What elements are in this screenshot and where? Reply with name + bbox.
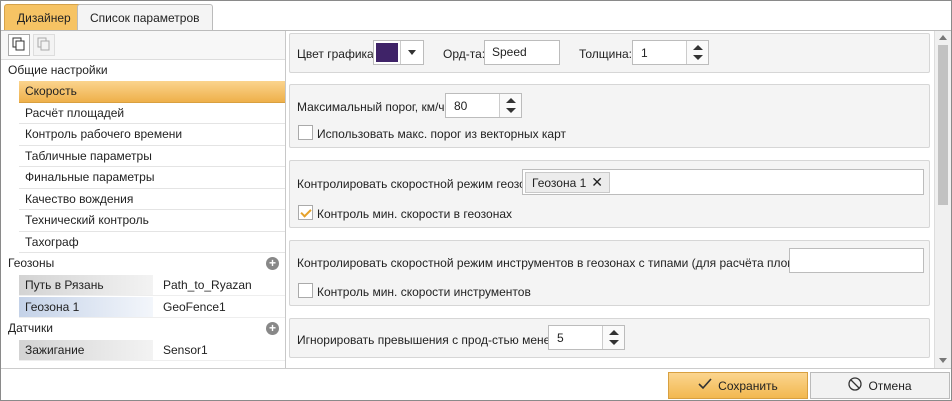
cancel-icon: [848, 377, 863, 394]
geozone-key: Путь в Рязань: [19, 275, 153, 295]
general-settings-header: Общие настройки: [8, 63, 108, 77]
geozone-chip: Геозона 1 ✕: [525, 172, 610, 193]
ignore-overspeed-group: Игнорировать превышения с прод-стью мене…: [289, 318, 930, 358]
sensors-header: Датчики +: [1, 318, 285, 339]
vertical-scrollbar[interactable]: [934, 31, 951, 368]
max-threshold-stepper[interactable]: 80: [445, 93, 522, 118]
geozone-speed-group: Контролировать скоростной режим геозон: …: [289, 160, 930, 228]
sensor-key: Зажигание: [19, 340, 153, 360]
chart-color-picker[interactable]: [373, 40, 424, 65]
designer-window: Дизайнер Список параметров Общие настрой…: [0, 0, 952, 401]
ignore-value: 5: [557, 331, 564, 345]
thickness-value: 1: [641, 46, 648, 60]
tab-designer[interactable]: Дизайнер: [4, 4, 84, 31]
ordinate-label: Орд-та:: [443, 47, 486, 61]
max-threshold-value: 80: [454, 99, 468, 113]
geozone-row[interactable]: Геозона 1 GeoFence1: [19, 296, 285, 318]
chart-settings-group: Цвет графика: Орд-та: Speed Толщина: 1: [289, 33, 930, 73]
sensor-row[interactable]: Зажигание Sensor1: [19, 339, 285, 361]
settings-panel: Цвет графика: Орд-та: Speed Толщина: 1 М…: [287, 31, 934, 368]
geozone-multiselect[interactable]: Геозона 1 ✕: [522, 169, 924, 195]
copy-button[interactable]: [8, 34, 30, 56]
paste-icon: [37, 37, 51, 54]
stepper-arrows[interactable]: [499, 94, 521, 117]
item-work-time[interactable]: Контроль рабочего времени: [19, 124, 285, 146]
item-table-params[interactable]: Табличные параметры: [19, 146, 285, 167]
left-panel: Общие настройки Скорость Расчёт площадей…: [1, 31, 286, 368]
tool-speed-group: Контролировать скоростной режим инструме…: [289, 240, 930, 306]
ignore-stepper[interactable]: 5: [548, 325, 625, 350]
chart-color-label: Цвет графика:: [297, 47, 378, 61]
scroll-up-icon[interactable]: [939, 35, 947, 40]
geozone-value: GeoFence1: [163, 300, 226, 314]
geozones-header: Геозоны +: [1, 253, 285, 274]
save-button[interactable]: Сохранить: [668, 372, 808, 399]
thickness-stepper[interactable]: 1: [632, 40, 709, 65]
ignore-label: Игнорировать превышения с прод-стью мене…: [297, 333, 570, 347]
tool-min-speed-checkbox[interactable]: [298, 283, 313, 298]
bottom-bar: Сохранить Отмена: [1, 368, 951, 400]
item-final-params[interactable]: Финальные параметры: [19, 167, 285, 189]
max-threshold-group: Максимальный порог, км/ч: 80 Использоват…: [289, 84, 930, 148]
add-sensor-icon[interactable]: +: [266, 322, 279, 335]
geozone-row[interactable]: Путь в Рязань Path_to_Ryazan: [19, 274, 285, 296]
paste-button[interactable]: [33, 34, 55, 56]
tool-control-label: Контролировать скоростной режим инструме…: [297, 256, 832, 270]
max-threshold-label: Максимальный порог, км/ч:: [297, 100, 448, 114]
geozone-value: Path_to_Ryazan: [163, 278, 252, 292]
tab-parameter-list[interactable]: Список параметров: [77, 4, 213, 31]
scroll-thumb[interactable]: [938, 45, 948, 205]
sensor-value: Sensor1: [163, 343, 208, 357]
add-geozone-icon[interactable]: +: [266, 257, 279, 270]
scroll-down-icon[interactable]: [939, 358, 947, 363]
use-vector-checkbox[interactable]: [298, 125, 313, 140]
ordinate-input[interactable]: Speed: [484, 40, 560, 65]
geozones-title: Геозоны: [8, 256, 55, 270]
check-icon: [698, 378, 712, 393]
item-speed[interactable]: Скорость: [19, 81, 285, 103]
item-driving-quality[interactable]: Качество вождения: [19, 189, 285, 210]
tab-bar: Дизайнер Список параметров: [1, 1, 951, 31]
geozone-chip-label: Геозона 1: [532, 176, 587, 190]
color-swatch: [376, 43, 398, 62]
stepper-arrows[interactable]: [686, 41, 708, 64]
cancel-label: Отмена: [868, 378, 912, 393]
use-vector-label: Использовать макс. порог из векторных ка…: [317, 127, 566, 141]
thickness-label: Толщина:: [579, 47, 633, 61]
item-tech-control[interactable]: Технический контроль: [19, 210, 285, 232]
geozone-min-speed-checkbox[interactable]: [298, 205, 313, 220]
tool-min-speed-label: Контроль мин. скорости инструментов: [317, 285, 531, 299]
left-toolbar: [1, 31, 285, 60]
cancel-button[interactable]: Отмена: [810, 372, 950, 399]
geozone-min-speed-label: Контроль мин. скорости в геозонах: [317, 207, 513, 221]
tool-types-input[interactable]: [789, 248, 924, 273]
copy-icon: [12, 37, 26, 54]
close-icon[interactable]: ✕: [591, 174, 603, 190]
stepper-arrows[interactable]: [602, 326, 624, 349]
item-tachograph[interactable]: Тахограф: [19, 232, 285, 253]
save-label: Сохранить: [718, 378, 778, 393]
geozone-key: Геозона 1: [19, 297, 153, 317]
chevron-down-icon: [400, 41, 423, 64]
geozone-control-label: Контролировать скоростной режим геозон:: [297, 177, 536, 191]
sensors-title: Датчики: [8, 321, 53, 335]
item-area-calc[interactable]: Расчёт площадей: [19, 103, 285, 124]
